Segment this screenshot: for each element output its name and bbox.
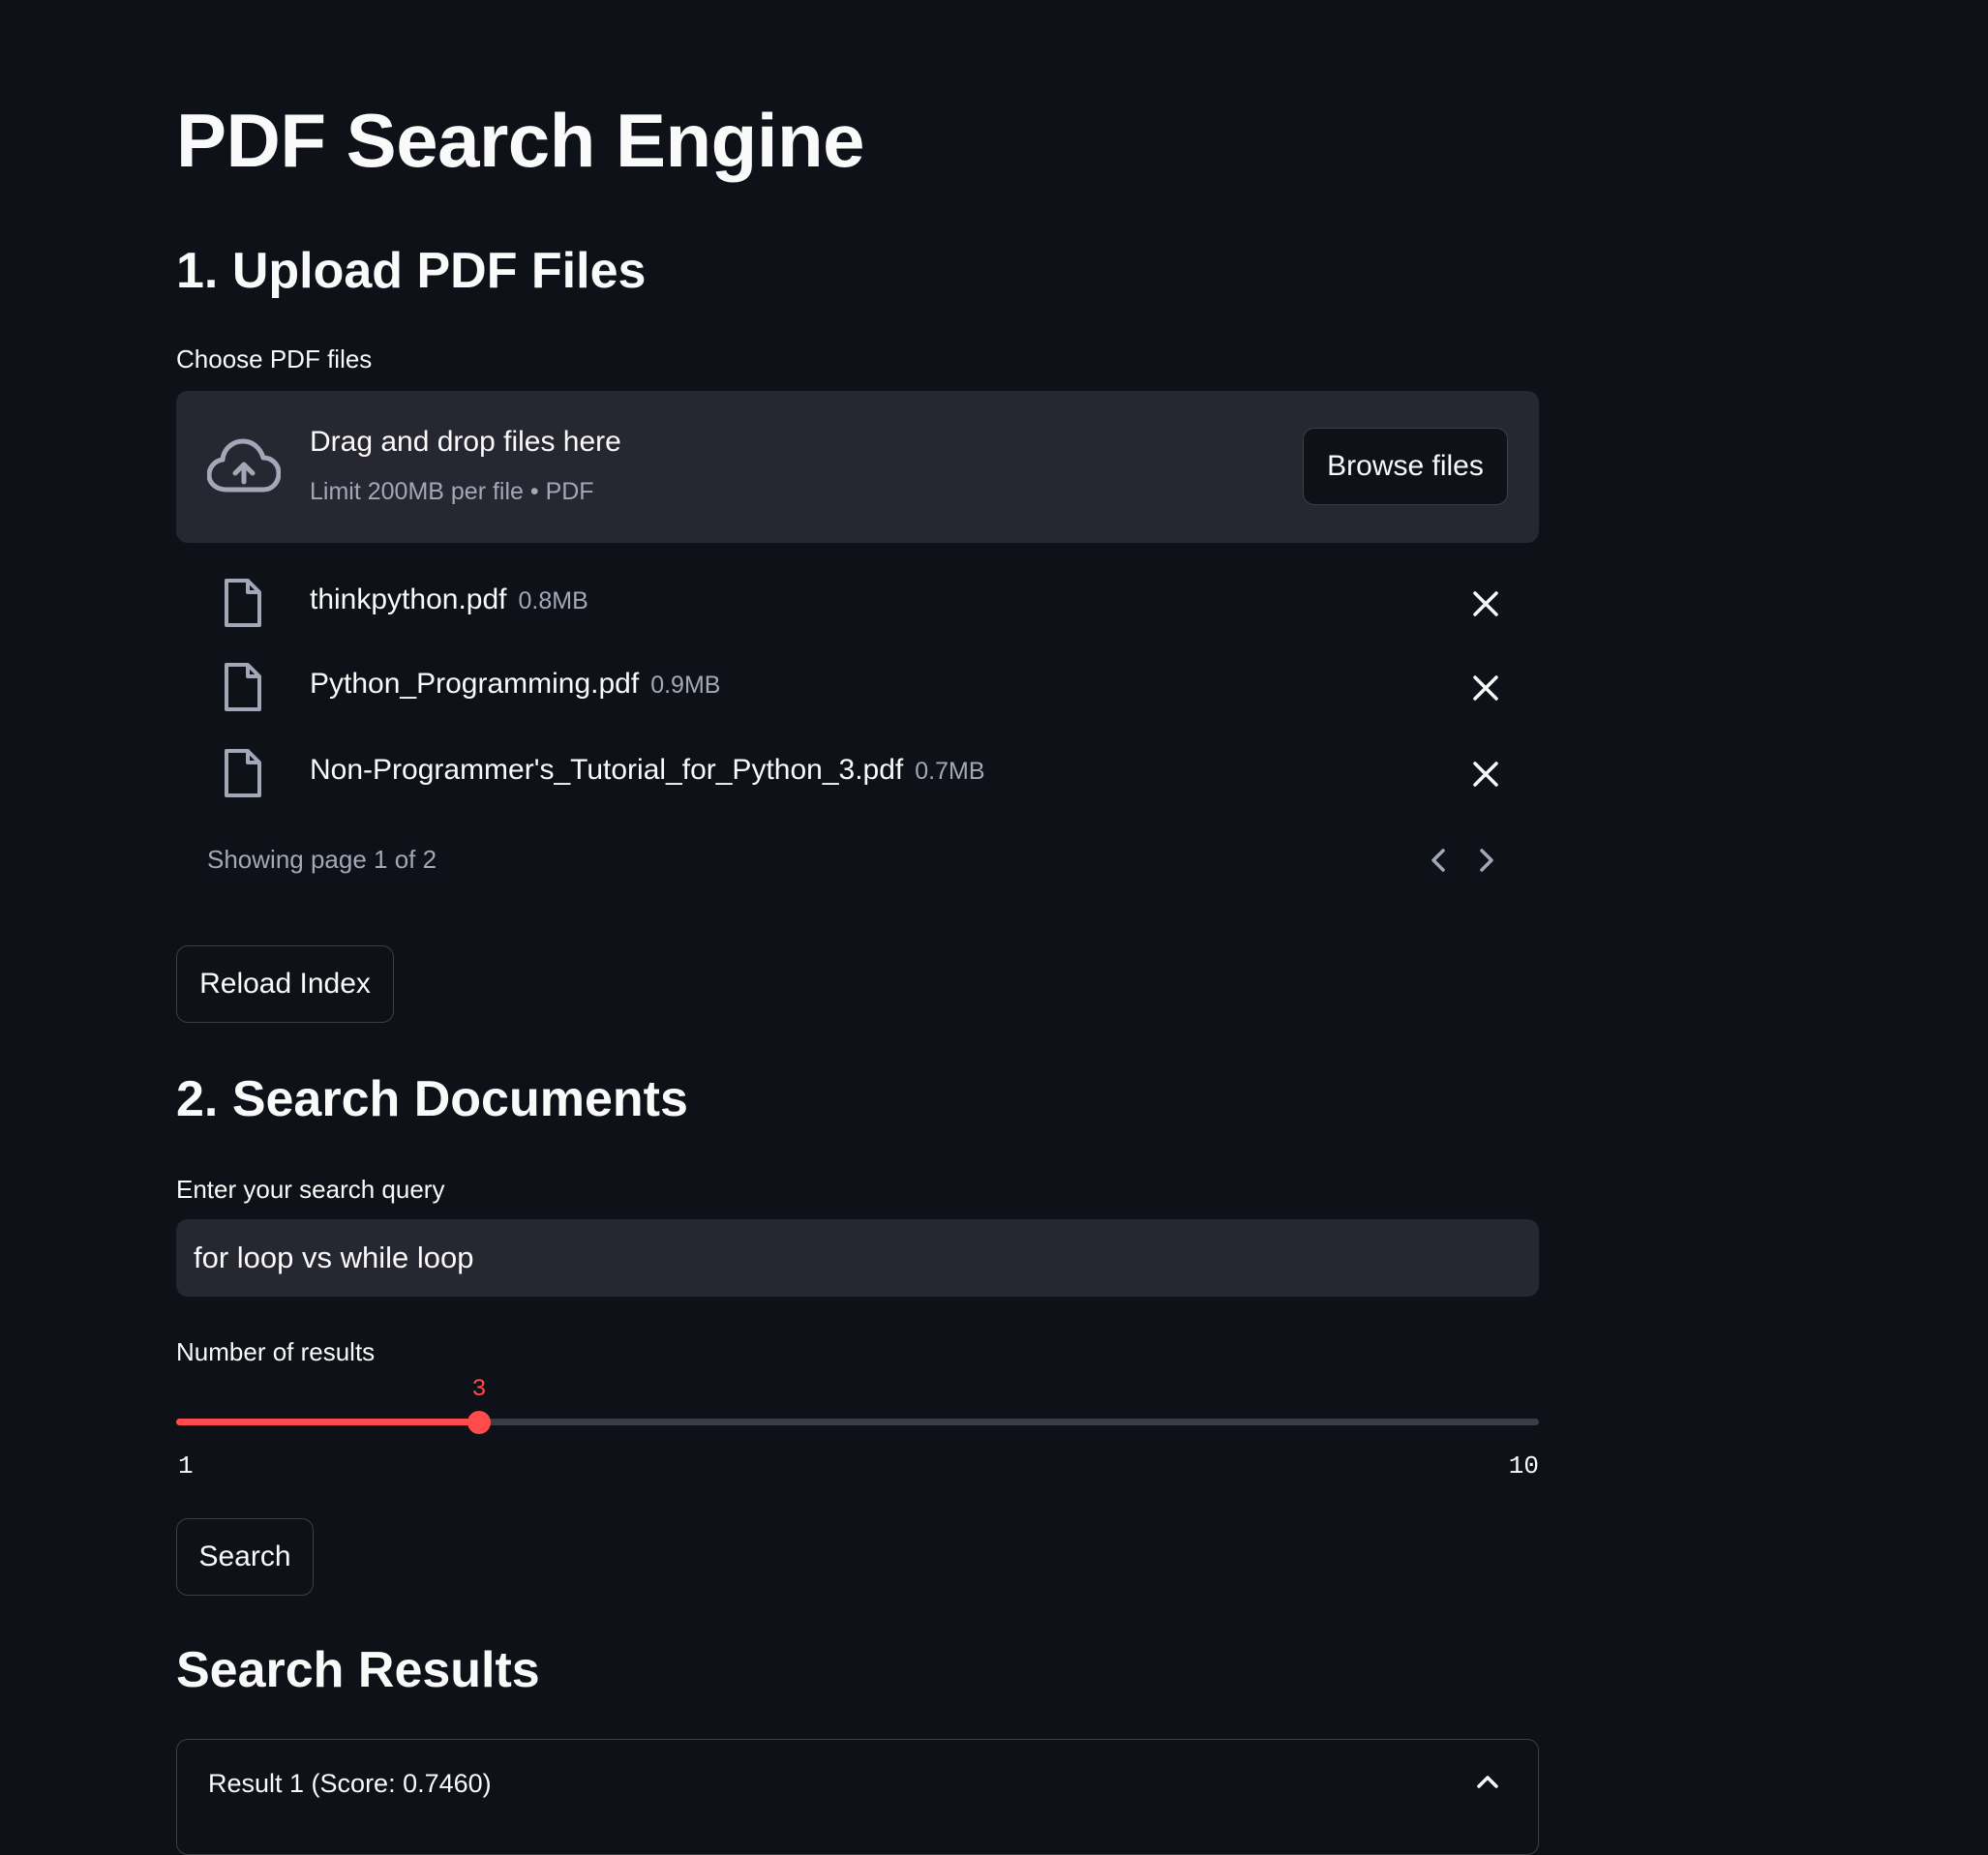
page-title: PDF Search Engine — [176, 98, 865, 183]
slider-fill — [176, 1419, 479, 1425]
chevron-up-icon[interactable] — [1474, 1769, 1501, 1796]
file-name: thinkpython.pdf 0.8MB — [310, 583, 588, 615]
result-expander[interactable]: Result 1 (Score: 0.7460) — [176, 1739, 1539, 1855]
file-icon — [225, 663, 261, 711]
results-slider-track[interactable] — [176, 1419, 1539, 1425]
file-name: Non-Programmer's_Tutorial_for_Python_3.p… — [310, 754, 985, 786]
file-size: 0.7MB — [915, 758, 985, 785]
uploaded-file-item: thinkpython.pdf 0.8MB — [176, 564, 1539, 642]
file-icon — [225, 579, 261, 627]
close-icon[interactable] — [1471, 760, 1500, 789]
file-dropzone[interactable]: Drag and drop files here Limit 200MB per… — [176, 391, 1539, 543]
slider-max-label: 10 — [1508, 1451, 1539, 1481]
reload-index-button[interactable]: Reload Index — [176, 945, 394, 1023]
file-name: Python_Programming.pdf 0.9MB — [310, 668, 721, 700]
close-icon[interactable] — [1471, 673, 1500, 703]
uploaded-file-item: Python_Programming.pdf 0.9MB — [176, 648, 1539, 726]
file-size: 0.9MB — [650, 672, 721, 699]
chevron-right-icon[interactable] — [1471, 846, 1500, 875]
results-heading: Search Results — [176, 1642, 540, 1698]
slider-min-label: 1 — [178, 1451, 194, 1481]
dropzone-limit: Limit 200MB per file • PDF — [310, 478, 594, 505]
uploaded-file-item: Non-Programmer's_Tutorial_for_Python_3.p… — [176, 734, 1539, 812]
dropzone-instructions: Drag and drop files here — [310, 426, 621, 458]
slider-value: 3 — [471, 1375, 487, 1403]
search-input[interactable] — [176, 1219, 1539, 1297]
results-count-label: Number of results — [176, 1337, 376, 1366]
slider-thumb[interactable] — [467, 1411, 491, 1434]
upload-heading: 1. Upload PDF Files — [176, 243, 647, 299]
browse-files-button[interactable]: Browse files — [1303, 428, 1508, 505]
chevron-left-icon[interactable] — [1425, 846, 1454, 875]
file-icon — [225, 749, 261, 797]
close-icon[interactable] — [1471, 589, 1500, 618]
pagination-status: Showing page 1 of 2 — [207, 845, 437, 874]
file-size: 0.8MB — [518, 587, 588, 614]
search-heading: 2. Search Documents — [176, 1071, 688, 1127]
result-title: Result 1 (Score: 0.7460) — [208, 1769, 492, 1798]
search-button[interactable]: Search — [176, 1518, 314, 1596]
file-uploader-label: Choose PDF files — [176, 344, 373, 374]
cloud-upload-icon — [207, 438, 281, 493]
search-query-label: Enter your search query — [176, 1175, 445, 1204]
